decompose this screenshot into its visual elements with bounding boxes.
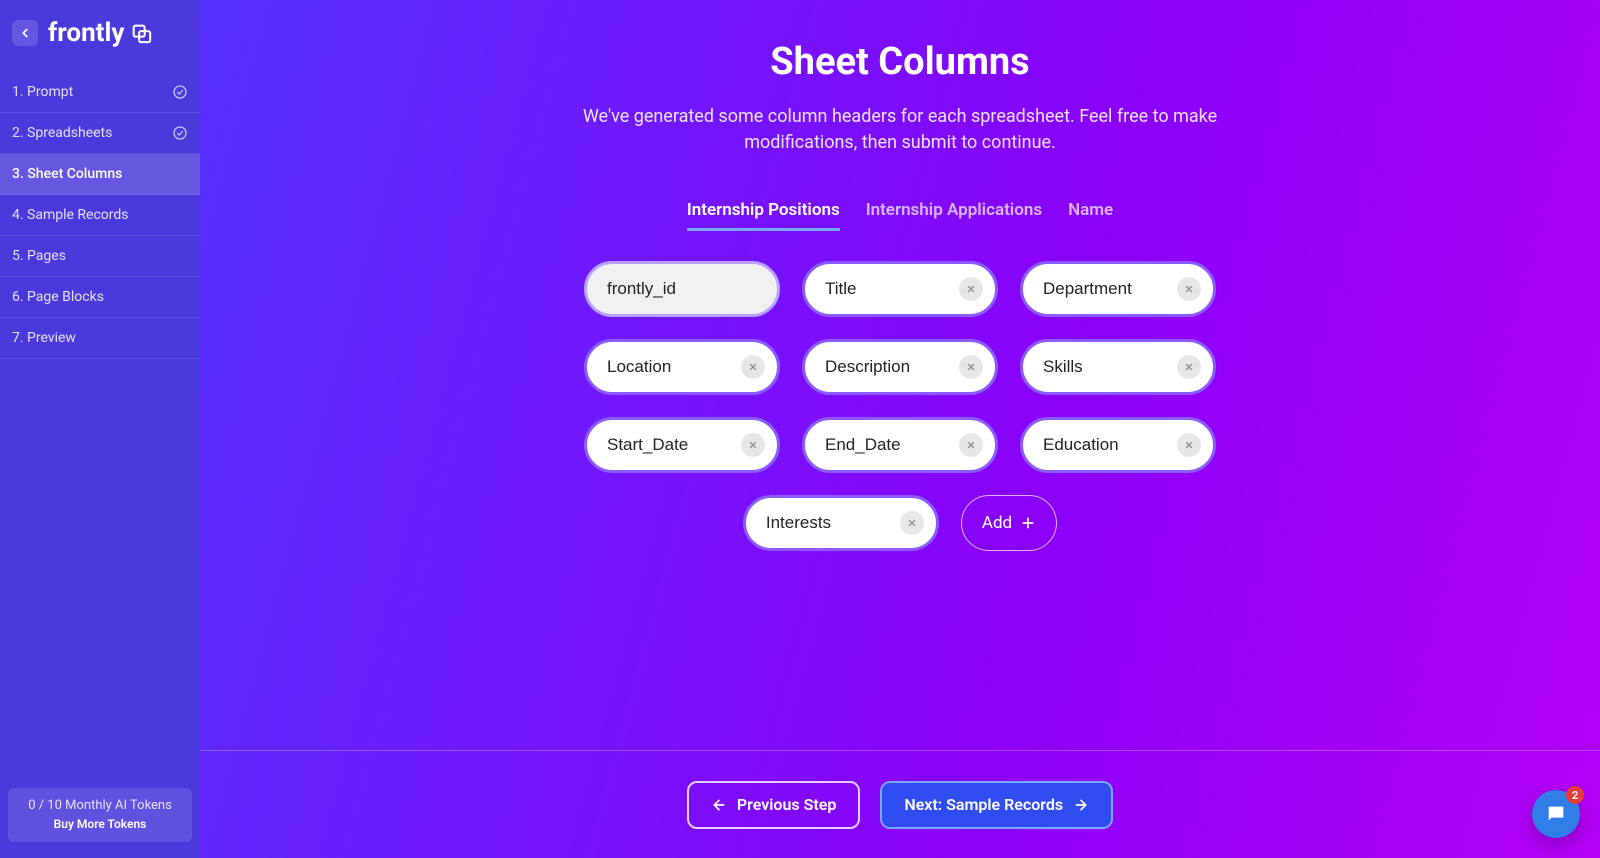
column-chip: [1020, 339, 1216, 395]
remove-column-button[interactable]: [1177, 355, 1201, 379]
remove-column-button[interactable]: [959, 433, 983, 457]
column-input[interactable]: [607, 435, 741, 455]
column-chip: [584, 261, 780, 317]
column-chip: [802, 261, 998, 317]
content: Sheet Columns We've generated some colum…: [200, 0, 1600, 750]
next-step-button[interactable]: Next: Sample Records: [880, 781, 1113, 829]
column-chips: Add: [540, 261, 1260, 551]
close-icon: [748, 440, 758, 450]
main: Sheet Columns We've generated some colum…: [200, 0, 1600, 858]
add-column-button[interactable]: Add: [961, 495, 1057, 551]
column-chip: [1020, 261, 1216, 317]
buy-more-tokens-link[interactable]: Buy More Tokens: [54, 817, 147, 831]
close-icon: [1184, 284, 1194, 294]
column-input[interactable]: [825, 279, 959, 299]
arrow-left-icon: [711, 797, 727, 813]
column-chip: [743, 495, 939, 551]
step-label: 7. Preview: [12, 330, 76, 346]
step-label: 3. Sheet Columns: [12, 166, 122, 182]
remove-column-button[interactable]: [741, 355, 765, 379]
check-circle-icon: [172, 125, 188, 141]
wizard-steps: 1. Prompt 2. Spreadsheets 3. Sheet Colum…: [0, 72, 200, 359]
column-chip: [584, 339, 780, 395]
column-chip: [584, 417, 780, 473]
step-sheet-columns[interactable]: 3. Sheet Columns: [0, 154, 200, 195]
sidebar-header: frontly: [0, 0, 200, 72]
column-input[interactable]: [1043, 279, 1177, 299]
back-button[interactable]: [12, 20, 38, 46]
page-title: Sheet Columns: [770, 40, 1029, 84]
step-preview[interactable]: 7. Preview: [0, 318, 200, 359]
column-input[interactable]: [1043, 435, 1177, 455]
check-circle-icon: [172, 84, 188, 100]
remove-column-button[interactable]: [900, 511, 924, 535]
close-icon: [1184, 362, 1194, 372]
arrow-right-icon: [1073, 797, 1089, 813]
step-label: 5. Pages: [12, 248, 66, 264]
step-pages[interactable]: 5. Pages: [0, 236, 200, 277]
close-icon: [907, 518, 917, 528]
help-chat-button[interactable]: 2: [1532, 790, 1580, 838]
column-input: [607, 279, 765, 299]
column-chip: [802, 339, 998, 395]
remove-column-button[interactable]: [1177, 433, 1201, 457]
step-label: 6. Page Blocks: [12, 289, 104, 305]
brand-name: frontly: [48, 18, 124, 48]
close-icon: [1184, 440, 1194, 450]
column-input[interactable]: [825, 435, 959, 455]
tabs: Internship Positions Internship Applicat…: [687, 200, 1113, 231]
page-subtitle: We've generated some column headers for …: [560, 104, 1240, 156]
close-icon: [748, 362, 758, 372]
step-prompt[interactable]: 1. Prompt: [0, 72, 200, 113]
step-sample-records[interactable]: 4. Sample Records: [0, 195, 200, 236]
column-input[interactable]: [766, 513, 900, 533]
sidebar: frontly 1. Prompt 2. Spreadsheets 3. She…: [0, 0, 200, 858]
step-label: 1. Prompt: [12, 84, 73, 100]
chat-icon: [1545, 803, 1567, 825]
tab-internship-applications[interactable]: Internship Applications: [866, 200, 1042, 231]
column-input[interactable]: [825, 357, 959, 377]
tokens-count: 0 / 10 Monthly AI Tokens: [20, 798, 180, 813]
step-label: 2. Spreadsheets: [12, 125, 112, 141]
column-chip: [1020, 417, 1216, 473]
close-icon: [966, 440, 976, 450]
tab-internship-positions[interactable]: Internship Positions: [687, 200, 840, 231]
previous-step-button[interactable]: Previous Step: [687, 781, 861, 829]
close-icon: [966, 362, 976, 372]
step-page-blocks[interactable]: 6. Page Blocks: [0, 277, 200, 318]
unread-badge: 2: [1566, 786, 1584, 804]
column-chip: [802, 417, 998, 473]
button-label: Previous Step: [737, 795, 837, 814]
column-input[interactable]: [1043, 357, 1177, 377]
tokens-box: 0 / 10 Monthly AI Tokens Buy More Tokens: [8, 788, 192, 842]
remove-column-button[interactable]: [741, 433, 765, 457]
remove-column-button[interactable]: [959, 355, 983, 379]
column-input[interactable]: [607, 357, 741, 377]
brand: frontly: [48, 18, 152, 48]
wizard-footer: Previous Step Next: Sample Records: [200, 750, 1600, 858]
plus-icon: [1020, 515, 1036, 531]
tab-name[interactable]: Name: [1068, 200, 1113, 231]
step-spreadsheets[interactable]: 2. Spreadsheets: [0, 113, 200, 154]
remove-column-button[interactable]: [959, 277, 983, 301]
add-label: Add: [982, 513, 1012, 533]
brand-logo-icon: [130, 22, 152, 44]
button-label: Next: Sample Records: [904, 795, 1063, 814]
arrow-left-icon: [18, 26, 32, 40]
step-label: 4. Sample Records: [12, 207, 129, 223]
close-icon: [966, 284, 976, 294]
remove-column-button[interactable]: [1177, 277, 1201, 301]
